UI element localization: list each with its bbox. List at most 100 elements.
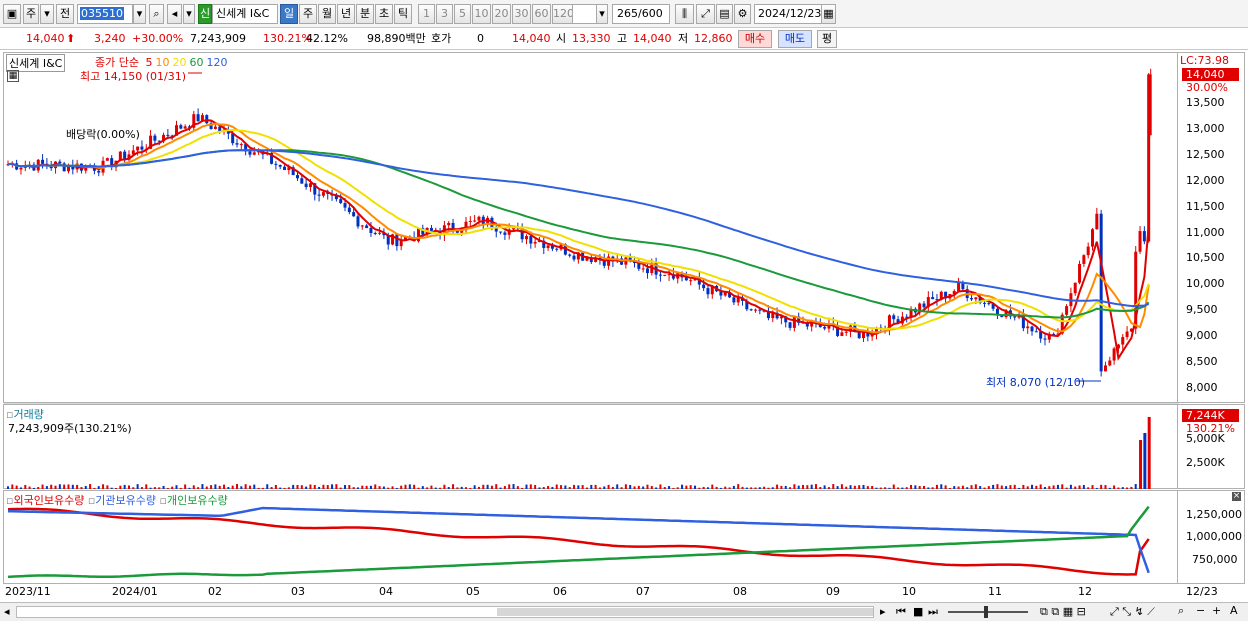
volume-bar [205,486,208,489]
drawing-tools-icon[interactable]: ⤢ ⤡ ↯ ⟋ [1110,605,1155,619]
volume-bar [28,486,31,489]
candle-body [347,207,351,213]
font-size-icon[interactable]: A [1230,604,1238,617]
candle-body [982,302,986,304]
volume-bar [806,485,809,489]
volume-bar [261,487,264,489]
zoom-slider-handle[interactable] [984,606,988,618]
interval-button[interactable]: 20 [492,4,511,24]
volume-bar [331,484,334,489]
holdings-panel[interactable]: ▫외국인보유수량 ▫기관보유수량 ▫개인보유수량 [3,490,1178,584]
open-price: 13,330 [572,32,611,45]
volume-bar [871,485,874,489]
volume-bar [58,484,61,489]
interval-button[interactable]: 3 [436,4,453,24]
volume-bar [477,486,480,489]
volume-bar [953,486,956,489]
period-a-select[interactable]: 주 [23,4,39,24]
code-dropdown-icon[interactable]: ▾ [133,4,146,24]
volume-bar [1018,487,1021,489]
period-tab[interactable]: 틱 [394,4,412,24]
panel-close-icon[interactable]: × [1232,492,1241,501]
date-input[interactable]: 2024/12/23 [754,4,822,24]
x-axis-label: 02 [208,585,222,598]
zoom-icon[interactable]: ⌕ [1178,604,1184,618]
candle-body [840,332,844,336]
interval-button[interactable]: 1 [418,4,435,24]
period-b-select[interactable]: 전 [56,4,74,24]
price-panel[interactable]: 신세계 I&C 종가 단순 5 10 20 60 120 ▦ 최고 14,150 (01… [3,52,1179,404]
zoom-slider[interactable] [948,606,1028,618]
scroll-right-icon[interactable]: ▸ [880,605,886,618]
period-tab[interactable]: 년 [337,4,355,24]
volume-bar [741,486,744,489]
volume-panel[interactable]: ▫거래량 7,243,909주(130.21%) [3,404,1178,489]
zoom-in-icon[interactable]: + [1212,604,1221,617]
buy-button[interactable]: 매수 [738,30,772,48]
bar-count-field[interactable]: 265/600 [612,4,670,24]
period-tab[interactable]: 주 [299,4,317,24]
low-price: 12,860 [694,32,733,45]
draw-tool-icon[interactable]: ⤢ [696,4,715,24]
candle-body [140,146,144,150]
scrollbar-thumb[interactable] [497,608,873,616]
period-tab[interactable]: 일 [280,4,298,24]
volume-bar [564,485,567,489]
sell-button[interactable]: 매도 [778,30,812,48]
candle-body [235,143,239,145]
chevron-down-icon[interactable]: ▾ [40,4,54,24]
zoom-out-icon[interactable]: − [1196,604,1205,617]
gear-icon[interactable]: ⚙ [734,4,751,24]
volume-bar [313,485,316,489]
candle-body [533,241,537,244]
average-button[interactable]: 평 [817,30,837,48]
ma-period: 60 [189,56,204,69]
period-tab[interactable]: 월 [318,4,336,24]
stop-icon[interactable]: ■ [913,605,923,618]
volume-bar [348,485,351,489]
save-icon[interactable]: ▤ [716,4,733,24]
forward-icon[interactable]: ⏭ [928,605,938,619]
search-icon[interactable]: ⌕ [149,4,164,24]
candle-body [153,135,157,141]
candle-body [1125,331,1129,338]
open-label: 시 [556,32,567,45]
rewind-icon[interactable]: ⏮ [896,605,906,619]
holdings-tick-750000: 750,000 [1192,553,1238,566]
price-tick: 11,500 [1186,199,1225,213]
speaker-icon[interactable]: ◂ [167,4,182,24]
period-tab[interactable]: 분 [356,4,374,24]
horizontal-scrollbar[interactable] [16,606,874,618]
candle-body [689,280,693,282]
speaker-dropdown-icon[interactable]: ▾ [183,4,195,24]
interval-button[interactable]: 120 [552,4,574,24]
grid-toggle-icon[interactable]: ▦ [7,70,19,82]
candle-body [343,203,347,208]
volume-bar [434,487,437,489]
volume-bar [534,484,537,489]
volume-bar [184,484,187,489]
volume-bar [335,484,338,489]
period-tab[interactable]: 초 [375,4,393,24]
interval-dropdown-icon[interactable]: ▾ [596,4,608,24]
layout-tools-icon[interactable]: ⧉ ⧉ ▦ ⊟ [1040,605,1086,619]
dot-icon: ▫ [159,494,167,507]
interval-button[interactable]: 5 [454,4,471,24]
volume-bar [439,487,442,489]
volume-bar [538,487,541,489]
lc-label: LC:73.98 [1180,54,1230,67]
interval-button[interactable]: 30 [512,4,531,24]
candle-body [352,212,356,217]
scroll-left-icon[interactable]: ◂ [4,605,10,618]
interval-button[interactable]: 10 [472,4,491,24]
volume-bar [1082,485,1085,489]
volume-bar [620,487,623,489]
calendar-icon[interactable]: ▦ [821,4,836,24]
interval-button[interactable]: 60 [532,4,551,24]
candle-body [753,309,757,311]
volume-bar [987,486,990,489]
stock-code-input[interactable]: 035510 [77,4,133,24]
volume-bar [732,485,735,489]
layout-icon[interactable]: ▣ [3,4,21,24]
candle-type-icon[interactable]: ⫼ [675,4,694,24]
